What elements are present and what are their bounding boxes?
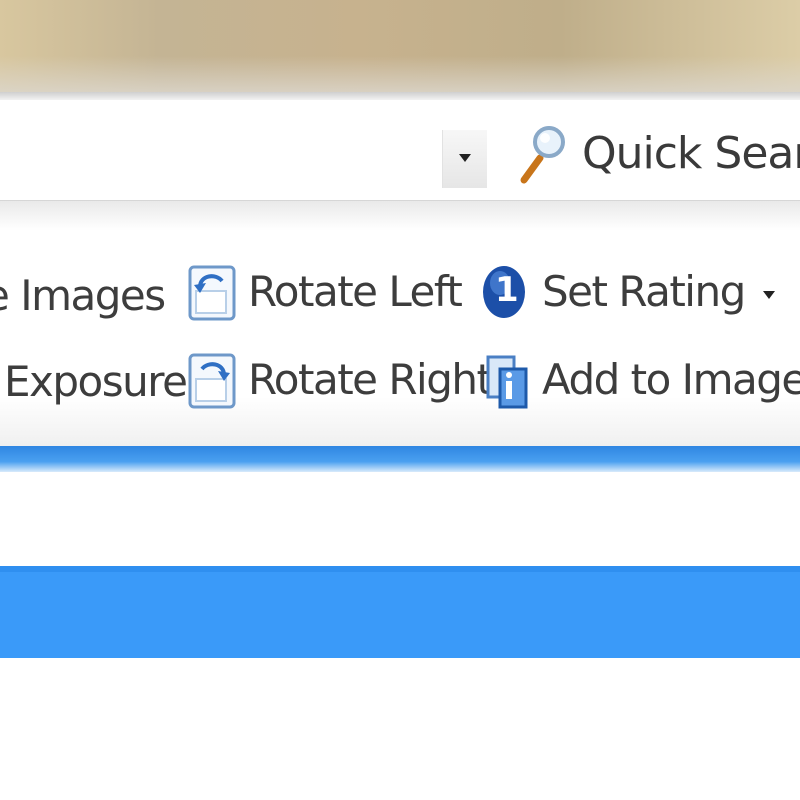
chevron-down-icon xyxy=(762,290,775,299)
rotate-right-label: Rotate Right xyxy=(248,355,493,404)
magnifier-icon xyxy=(520,126,565,184)
images-button[interactable]: e Images xyxy=(0,263,166,329)
chevron-down-icon xyxy=(459,154,471,162)
image-basket-icon xyxy=(486,355,528,409)
list-row[interactable] xyxy=(0,658,800,800)
rotate-left-button[interactable]: Rotate Left xyxy=(186,259,463,325)
rotate-right-button[interactable]: Rotate Right xyxy=(186,347,493,413)
add-to-image-basket-button[interactable]: Add to Image Ba xyxy=(480,347,800,413)
toolbar-ribbon: e Images Exposure Rotate Left Rotate Rig xyxy=(0,200,800,446)
list-row[interactable] xyxy=(0,472,800,566)
section-separator xyxy=(0,446,800,472)
exposure-button-label: Exposure xyxy=(4,357,188,406)
app-window: Quick Search e Images Exposure Rotate Le… xyxy=(0,0,800,800)
rotate-left-label: Rotate Left xyxy=(248,267,463,316)
set-rating-label: Set Rating xyxy=(542,267,746,316)
rotate-right-icon xyxy=(188,353,236,409)
images-button-label: e Images xyxy=(0,271,166,320)
desktop-background-strip xyxy=(0,0,800,96)
exposure-button[interactable]: Exposure xyxy=(4,349,188,415)
window-top-edge xyxy=(0,92,800,100)
set-rating-label-wrap: Set Rating xyxy=(542,267,775,316)
add-to-image-basket-label: Add to Image Ba xyxy=(542,355,800,404)
selected-list-row[interactable] xyxy=(0,566,800,664)
set-rating-button[interactable]: 1 Set Rating xyxy=(480,259,780,325)
quick-search-box[interactable]: Quick Search xyxy=(512,118,800,188)
rating-badge-value: 1 xyxy=(495,270,519,310)
quick-search-label: Quick Search xyxy=(582,128,800,179)
address-dropdown-button[interactable] xyxy=(442,130,487,188)
rotate-left-icon xyxy=(188,265,236,321)
